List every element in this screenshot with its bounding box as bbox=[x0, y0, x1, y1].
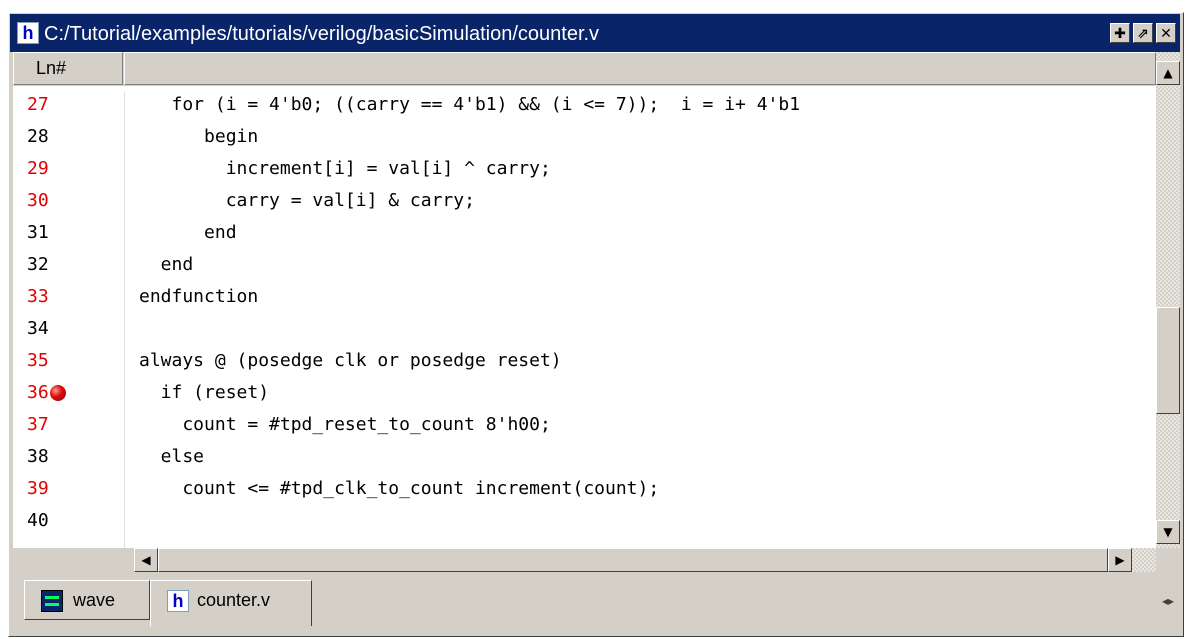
tab-wave[interactable]: wave bbox=[24, 580, 150, 620]
tab-label: wave bbox=[73, 590, 116, 610]
code-line[interactable]: 28 begin bbox=[13, 121, 1156, 153]
wave-icon bbox=[41, 590, 63, 612]
tab-bar: wave h counter.v ◂▸ bbox=[10, 574, 1180, 636]
line-number: 31 bbox=[27, 222, 49, 243]
line-number: 35 bbox=[27, 350, 49, 371]
code-line[interactable]: 31 end bbox=[13, 217, 1156, 249]
close-icon: ✕ bbox=[1160, 26, 1172, 42]
undock-button[interactable]: ⇗ bbox=[1133, 23, 1153, 43]
background-window-strip bbox=[0, 0, 1186, 12]
code-line[interactable]: 36 if (reset) bbox=[13, 377, 1156, 409]
vertical-scroll-thumb[interactable] bbox=[1156, 307, 1180, 414]
code-line[interactable]: 32 end bbox=[13, 249, 1156, 281]
close-button[interactable]: ✕ bbox=[1156, 23, 1176, 43]
tab-scroll-icon: ◂▸ bbox=[1161, 594, 1174, 608]
arrow-up-icon: ▲ bbox=[1163, 66, 1173, 80]
code-line[interactable]: 37 count = #tpd_reset_to_count 8'h00; bbox=[13, 409, 1156, 441]
line-number: 39 bbox=[27, 478, 49, 499]
arrow-down-icon: ▼ bbox=[1163, 525, 1173, 539]
undock-icon: ⇗ bbox=[1137, 26, 1149, 42]
code-text: increment[i] = val[i] ^ carry; bbox=[139, 158, 551, 179]
arrow-left-icon: ◀ bbox=[141, 553, 151, 567]
line-number-header[interactable]: Ln# bbox=[13, 52, 123, 85]
code-text: endfunction bbox=[139, 286, 259, 307]
window-title: C:/Tutorial/examples/tutorials/verilog/b… bbox=[44, 23, 600, 45]
line-number: 32 bbox=[27, 254, 49, 275]
scroll-up-button[interactable]: ▲ bbox=[1156, 61, 1180, 85]
scroll-left-button[interactable]: ◀ bbox=[134, 548, 158, 572]
horizontal-scrollbar[interactable]: ◀ ▶ bbox=[134, 548, 1156, 572]
tab-label: counter.v bbox=[197, 590, 271, 610]
h-file-icon: h bbox=[17, 22, 39, 44]
vertical-scrollbar[interactable]: ▲ ▼ bbox=[1156, 52, 1180, 548]
dock-button[interactable]: ✚ bbox=[1110, 23, 1130, 43]
line-number: 29 bbox=[27, 158, 49, 179]
line-number: 27 bbox=[27, 94, 49, 115]
line-number: 30 bbox=[27, 190, 49, 211]
code-text: for (i = 4'b0; ((carry == 4'b1) && (i <=… bbox=[139, 94, 801, 115]
code-text: end bbox=[139, 254, 194, 275]
column-header: Ln# bbox=[13, 52, 1156, 86]
line-number: 38 bbox=[27, 446, 49, 467]
tab-counter-v[interactable]: h counter.v bbox=[150, 580, 312, 626]
dock-icon: ✚ bbox=[1114, 26, 1126, 42]
code-line[interactable]: 30 carry = val[i] & carry; bbox=[13, 185, 1156, 217]
tab-scroll-arrows[interactable]: ◂▸ bbox=[1162, 594, 1174, 608]
code-column-header[interactable] bbox=[124, 52, 1156, 85]
code-line[interactable]: 29 increment[i] = val[i] ^ carry; bbox=[13, 153, 1156, 185]
code-line[interactable]: 27 for (i = 4'b0; ((carry == 4'b1) && (i… bbox=[13, 89, 1156, 121]
breakpoint-icon[interactable] bbox=[50, 385, 66, 401]
horizontal-scroll-thumb[interactable] bbox=[158, 548, 1108, 572]
line-number: 34 bbox=[27, 318, 49, 339]
code-line[interactable]: 40 bbox=[13, 505, 1156, 537]
line-number: 37 bbox=[27, 414, 49, 435]
code-line[interactable]: 39 count <= #tpd_clk_to_count increment(… bbox=[13, 473, 1156, 505]
arrow-right-icon: ▶ bbox=[1115, 553, 1125, 567]
horizontal-scroll-spacer bbox=[13, 548, 134, 572]
h-file-icon: h bbox=[167, 590, 189, 612]
code-line[interactable]: 35 always @ (posedge clk or posedge reset… bbox=[13, 345, 1156, 377]
code-text: always @ (posedge clk or posedge reset) bbox=[139, 350, 562, 371]
code-text: count = #tpd_reset_to_count 8'h00; bbox=[139, 414, 551, 435]
code-line[interactable]: 34 bbox=[13, 313, 1156, 345]
code-text: count <= #tpd_clk_to_count increment(cou… bbox=[139, 478, 660, 499]
line-number: 40 bbox=[27, 510, 49, 531]
scroll-right-button[interactable]: ▶ bbox=[1108, 548, 1132, 572]
line-number: 36 bbox=[27, 382, 49, 403]
code-text: if (reset) bbox=[139, 382, 270, 403]
line-number: 28 bbox=[27, 126, 49, 147]
scrollbar-corner bbox=[1156, 548, 1180, 572]
line-number: 33 bbox=[27, 286, 49, 307]
code-line[interactable]: 33 endfunction bbox=[13, 281, 1156, 313]
source-editor[interactable]: 27 for (i = 4'b0; ((carry == 4'b1) && (i… bbox=[13, 86, 1156, 548]
scroll-down-button[interactable]: ▼ bbox=[1156, 520, 1180, 544]
code-line[interactable]: 38 else bbox=[13, 441, 1156, 473]
title-bar[interactable]: h C:/Tutorial/examples/tutorials/verilog… bbox=[10, 14, 1180, 52]
code-text: end bbox=[139, 222, 237, 243]
code-text: begin bbox=[139, 126, 259, 147]
code-text: else bbox=[139, 446, 205, 467]
code-text: carry = val[i] & carry; bbox=[139, 190, 475, 211]
